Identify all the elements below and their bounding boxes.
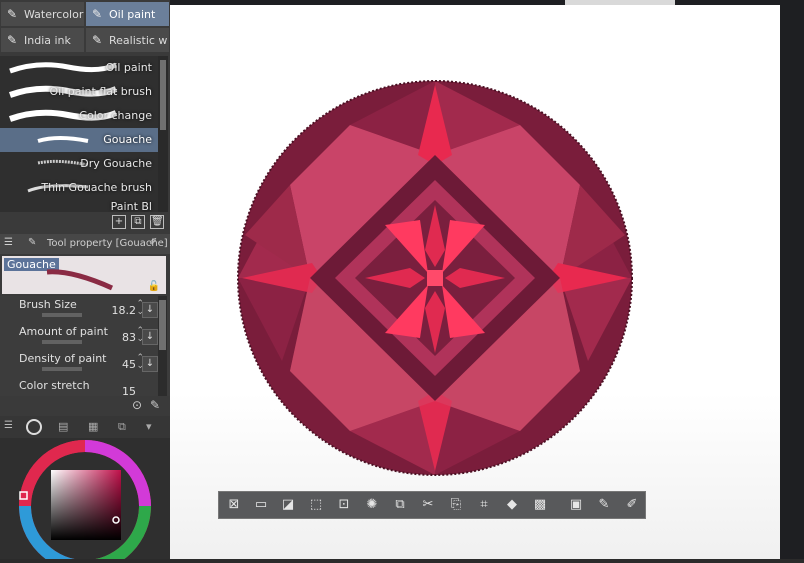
crop-icon[interactable]: ▭ — [252, 496, 270, 514]
scrollbar-thumb[interactable] — [159, 300, 166, 350]
brush-preview-stroke — [46, 269, 114, 291]
gem-illustration — [237, 80, 633, 476]
tool-properties: Brush Size 18.2 ⌃ ⌄ ↓ Amount of paint 83 … — [0, 296, 170, 396]
property-slider[interactable] — [42, 313, 82, 317]
realistic-water-brush-icon: ✎ — [91, 33, 103, 47]
drawing-canvas[interactable] — [170, 5, 780, 559]
tab-watercolor[interactable]: ✎ Watercolor — [1, 2, 84, 26]
brush-item[interactable]: Oil paint flat brush — [0, 80, 158, 104]
color-slider-tab-icon[interactable]: ▤ — [58, 420, 68, 433]
transform-icon[interactable]: ⌗ — [475, 496, 493, 514]
add-brush-icon[interactable]: + — [112, 215, 126, 229]
brush-item[interactable]: Thin Gouache brush — [0, 176, 158, 200]
property-row: Amount of paint 83 ⌃ ⌄ ↓ — [0, 323, 170, 350]
pressure-icon[interactable]: ↓ — [142, 329, 158, 345]
brush-item[interactable]: Oil paint — [0, 56, 158, 80]
fill-icon[interactable]: ◆ — [503, 496, 521, 514]
wrench-settings-icon[interactable]: ✎ — [150, 398, 160, 412]
panel-menu-icon[interactable]: ☰ — [4, 237, 13, 248]
property-name: Brush Size — [19, 298, 77, 311]
settings-icon[interactable]: ⊙ — [132, 398, 142, 412]
brush-stroke-preview — [9, 62, 118, 74]
shrink-selection-icon[interactable]: ⊡ — [335, 496, 353, 514]
india-ink-brush-icon: ✎ — [6, 33, 18, 47]
selection-launcher-toolbar: ⊠ ▭ ◪ ⬚ ⊡ ✺ ⧉ ✂ ⎘ ⌗ ◆ ▩ ▣ ✎ ✐ — [218, 491, 646, 519]
property-value[interactable]: 15 — [122, 385, 136, 396]
brush-label: Oil paint flat brush — [49, 85, 153, 98]
brush-item-selected[interactable]: Gouache — [0, 128, 158, 152]
pen-alt-icon[interactable]: ✐ — [623, 496, 641, 514]
oil-paint-brush-icon: ✎ — [91, 7, 103, 21]
pressure-icon[interactable]: ↓ — [142, 356, 158, 372]
tab-label: Watercolor — [24, 7, 84, 21]
brush-preview: Gouache 🔓 — [2, 256, 166, 294]
more-tabs-icon[interactable]: ▾ — [146, 420, 152, 433]
tab-realistic-water[interactable]: ✎ Realistic w — [86, 28, 169, 52]
property-value[interactable]: 83 — [122, 331, 136, 344]
brush-tabs-row-1: ✎ Watercolor ✎ Oil paint — [0, 1, 170, 27]
tab-label: Oil paint — [109, 7, 156, 21]
watercolor-brush-icon: ✎ — [6, 7, 18, 21]
property-name: Color stretch — [19, 379, 90, 392]
tone-settings-icon[interactable]: ▣ — [567, 496, 585, 514]
tab-label: Realistic w — [109, 33, 168, 47]
tab-india-ink[interactable]: ✎ India ink — [1, 28, 84, 52]
color-history-tab-icon[interactable]: ⧉ — [118, 420, 126, 434]
invert-selection-icon[interactable]: ◪ — [279, 496, 297, 514]
screen-tone-icon[interactable]: ▩ — [531, 496, 549, 514]
wrench-icon[interactable]: ✐ — [149, 237, 157, 248]
property-slider[interactable] — [42, 367, 82, 371]
property-value[interactable]: 18.2 — [112, 304, 137, 317]
tab-oil-paint[interactable]: ✎ Oil paint — [86, 2, 169, 26]
deselect-icon[interactable]: ⊠ — [225, 496, 243, 514]
brush-list: Oil paint Oil paint flat brush Color cha… — [0, 56, 158, 212]
property-slider[interactable] — [42, 340, 82, 344]
copy-icon[interactable]: ⧉ — [391, 496, 409, 514]
brush-label: Gouache — [103, 133, 152, 146]
brush-label: Dry Gouache — [80, 157, 152, 170]
selection-settings-icon[interactable]: ✺ — [363, 496, 381, 514]
brush-label: Oil paint — [105, 61, 152, 74]
brush-label: Thin Gouache brush — [41, 181, 152, 194]
tool-property-header: ☰ ✎ Tool property [Gouache] ✐ — [0, 234, 170, 254]
brush-label: Color change — [79, 109, 152, 122]
pressure-icon[interactable]: ↓ — [142, 302, 158, 318]
brush-stroke-preview — [37, 136, 89, 143]
color-set-tab-icon[interactable]: ▦ — [88, 420, 98, 433]
brush-tabs-row-2: ✎ India ink ✎ Realistic w — [0, 27, 170, 53]
property-row: Brush Size 18.2 ⌃ ⌄ ↓ — [0, 296, 170, 323]
brush-item[interactable]: Paint Bl — [0, 200, 158, 212]
property-value[interactable]: 45 — [122, 358, 136, 371]
color-wheel[interactable] — [0, 438, 170, 563]
brush-tool-icon: ✎ — [28, 237, 37, 248]
property-row: Color stretch 15 — [0, 377, 170, 396]
property-name: Amount of paint — [19, 325, 108, 338]
scrollbar-thumb[interactable] — [160, 60, 166, 130]
lock-icon[interactable]: 🔓 — [148, 281, 160, 292]
pen-icon[interactable]: ✎ — [595, 496, 613, 514]
paste-icon[interactable]: ⎘ — [447, 496, 465, 514]
brush-list-scrollbar[interactable] — [158, 56, 168, 212]
panel-menu-icon[interactable]: ☰ — [4, 420, 13, 431]
expand-selection-icon[interactable]: ⬚ — [307, 496, 325, 514]
brush-label: Paint Bl — [110, 200, 152, 212]
color-panel-tabs: ☰ ▤ ▦ ⧉ ▾ — [0, 416, 170, 438]
property-name: Density of paint — [19, 352, 107, 365]
color-wheel-panel — [0, 438, 170, 563]
delete-brush-icon[interactable]: 🗑 — [150, 215, 164, 229]
color-wheel-tab-icon[interactable] — [26, 419, 42, 435]
properties-scrollbar[interactable] — [158, 296, 167, 396]
brush-item[interactable]: Color change — [0, 104, 158, 128]
property-row: Density of paint 45 ⌃ ⌄ ↓ — [0, 350, 170, 377]
tab-label: India ink — [24, 33, 71, 47]
cut-icon[interactable]: ✂ — [419, 496, 437, 514]
brush-item[interactable]: Dry Gouache — [0, 152, 158, 176]
duplicate-brush-icon[interactable]: ⧉ — [131, 215, 145, 229]
brush-list-actions: + ⧉ 🗑 — [0, 213, 170, 233]
